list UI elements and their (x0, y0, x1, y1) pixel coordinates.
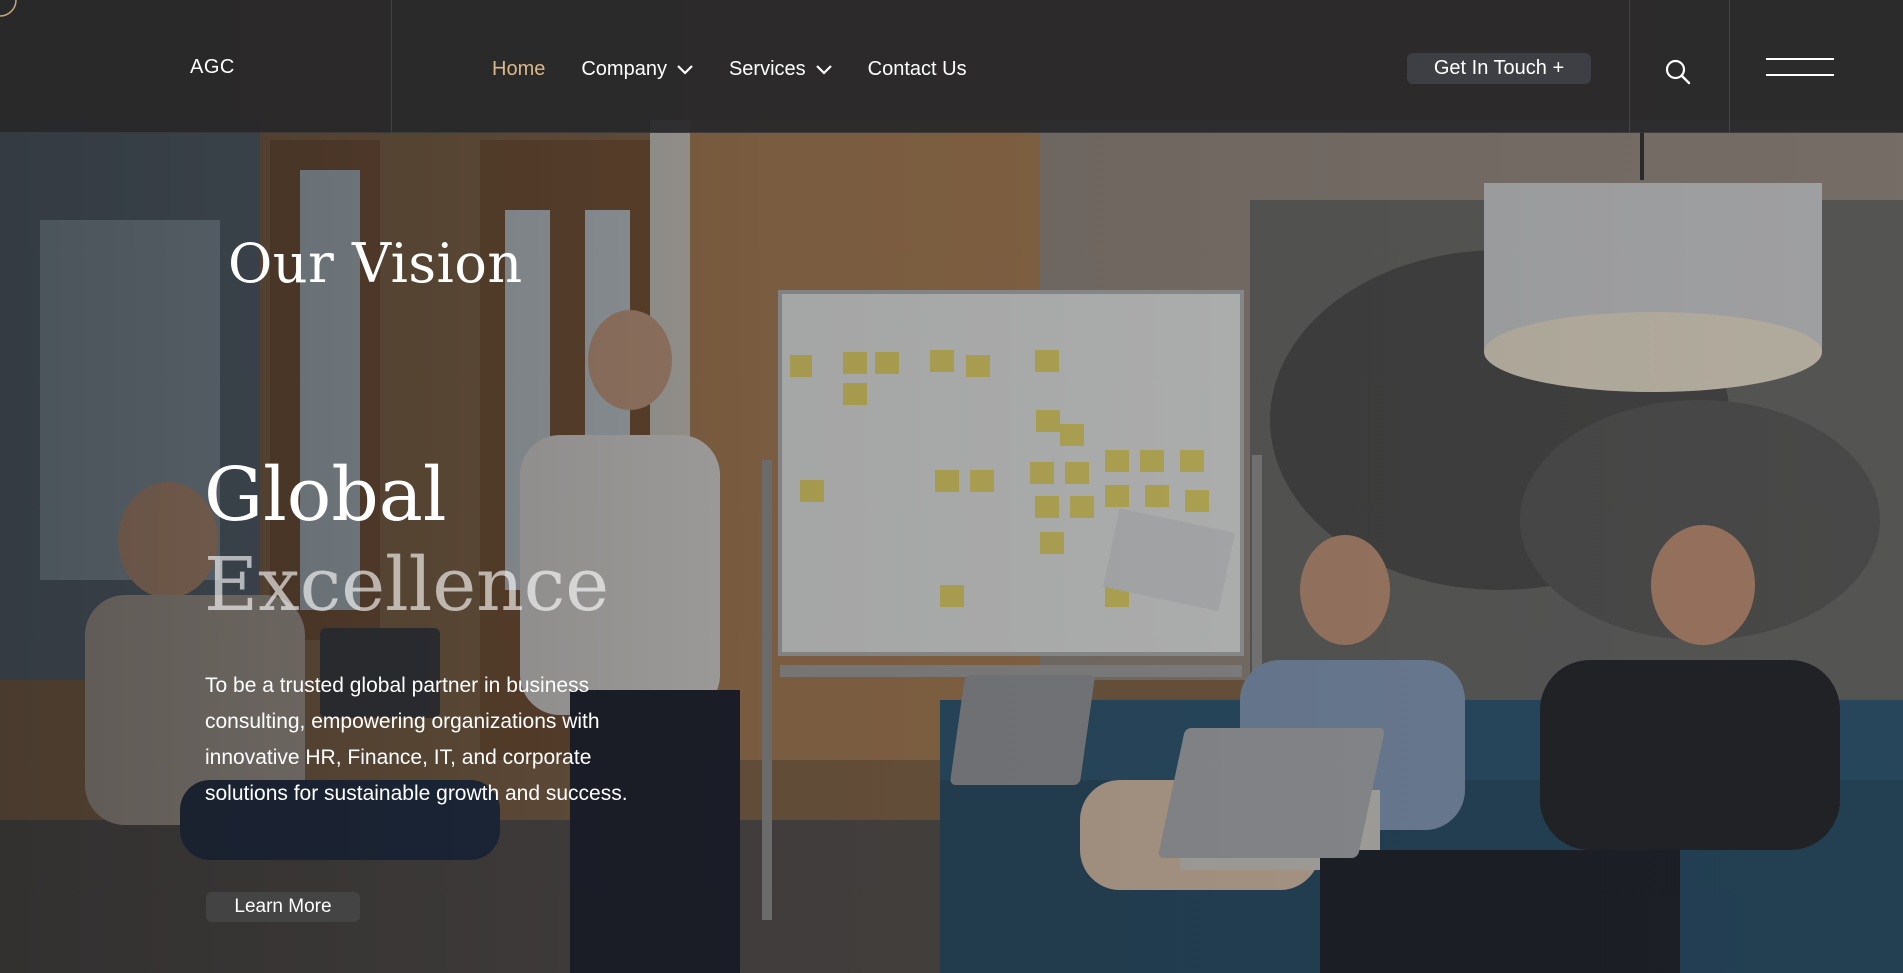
site-logo[interactable]: AGC (190, 56, 235, 79)
corner-circle-icon (0, 0, 17, 17)
nav-item-label: Home (492, 58, 546, 80)
site-header: AGC Home Company Services Contact Us Get… (0, 0, 1903, 133)
menu-line (1766, 74, 1834, 76)
nav-item-services[interactable]: Services (729, 58, 832, 81)
search-icon[interactable] (1664, 58, 1692, 86)
nav-item-company[interactable]: Company (581, 58, 693, 81)
chevron-down-icon (677, 64, 693, 75)
nav-item-label: Contact Us (867, 58, 967, 80)
hamburger-menu-icon[interactable] (1766, 56, 1834, 78)
nav-item-contact[interactable]: Contact Us (868, 58, 967, 81)
menu-line (1766, 58, 1834, 60)
hero-headline-line1: Global (204, 452, 447, 538)
hero-headline-line2: Excellence (204, 542, 610, 628)
hero-description: To be a trusted global partner in busine… (205, 674, 628, 805)
nav-item-home[interactable]: Home (492, 58, 545, 81)
learn-more-button[interactable]: Learn More (206, 892, 360, 922)
header-divider (1729, 0, 1730, 132)
main-navigation: Home Company Services Contact Us (492, 58, 1003, 81)
nav-item-label: Services (728, 58, 806, 80)
page: AGC Home Company Services Contact Us Get… (0, 0, 1903, 973)
hero-eyebrow: Our Vision (228, 232, 523, 295)
header-divider (391, 0, 392, 132)
nav-item-label: Company (581, 58, 667, 80)
header-divider (1629, 0, 1630, 132)
chevron-down-icon (815, 64, 832, 75)
get-in-touch-button[interactable]: Get In Touch + (1407, 53, 1591, 84)
